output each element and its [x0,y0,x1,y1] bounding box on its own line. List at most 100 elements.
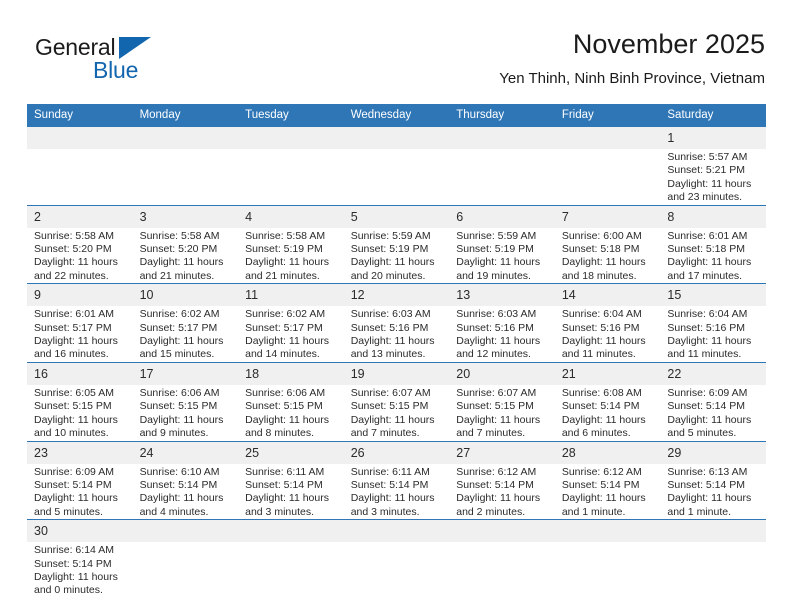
day-number [27,127,133,149]
day-number: 7 [554,205,661,228]
calendar-day-cell[interactable]: 15 Sunrise: 6:04 AM Sunset: 5:16 PM Dayligh… [660,283,766,363]
calendar-day-cell[interactable]: 22 Sunrise: 6:09 AM Sunset: 5:14 PM Dayligh… [660,361,766,441]
calendar-day-cell[interactable]: 8 Sunrise: 6:01 AM Sunset: 5:18 PM Daylight… [660,204,766,284]
day-details: Sunrise: 6:09 AM Sunset: 5:14 PM Daylight:… [660,385,766,441]
sunset-text: Sunset: 5:14 PM [245,478,323,491]
sunrise-text: Sunrise: 6:03 AM [350,308,431,321]
daylight-text-line2: and 4 minutes. [139,505,209,518]
day-number [132,127,239,149]
calendar-day-cell[interactable]: 27 Sunrise: 6:12 AM Sunset: 5:14 PM Dayligh… [449,440,555,520]
calendar-day-cell[interactable]: 29 Sunrise: 6:13 AM Sunset: 5:14 PM Dayligh… [660,440,766,520]
sunset-text: Sunset: 5:15 PM [139,400,218,413]
day-number [343,127,450,149]
calendar-day-cell[interactable]: 1 Sunrise: 5:57 AM Sunset: 5:21 PM Daylight… [660,126,766,206]
calendar-day-cell[interactable]: 19 Sunrise: 6:07 AM Sunset: 5:15 PM Dayligh… [343,361,450,441]
calendar-day-cell[interactable]: 20 Sunrise: 6:07 AM Sunset: 5:15 PM Dayligh… [449,361,555,441]
calendar-day-cell[interactable]: 23 Sunrise: 6:09 AM Sunset: 5:14 PM Dayligh… [27,440,133,520]
calendar-day-cell[interactable]: 16 Sunrise: 6:05 AM Sunset: 5:15 PM Dayligh… [27,361,133,441]
calendar-day-cell[interactable]: 6 Sunrise: 5:59 AM Sunset: 5:19 PM Daylight… [449,204,555,284]
sunrise-text: Sunrise: 6:01 AM [34,308,114,321]
day-number: 24 [132,441,239,464]
calendar-week-row: 2 Sunrise: 5:58 AM Sunset: 5:20 PM Daylight… [27,204,766,284]
calendar-day-cell[interactable]: 4 Sunrise: 5:58 AM Sunset: 5:19 PM Daylight… [238,204,344,284]
day-number [238,520,344,543]
daylight-text-line1: Daylight: 11 hours [139,413,224,426]
daylight-text-line2: and 21 minutes. [139,269,215,282]
calendar-day-cell[interactable]: 28 Sunrise: 6:12 AM Sunset: 5:14 PM Dayligh… [554,440,661,520]
day-details: Sunrise: 6:04 AM Sunset: 5:16 PM Daylight:… [660,306,766,362]
calendar-day-cell-empty [449,126,555,206]
day-number: 16 [27,362,133,385]
sunrise-text: Sunrise: 6:00 AM [561,229,642,242]
calendar-week-row: 16 Sunrise: 6:05 AM Sunset: 5:15 PM Dayligh… [27,361,766,441]
daylight-text-line2: and 1 minute. [561,505,626,518]
calendar-day-cell[interactable]: 26 Sunrise: 6:11 AM Sunset: 5:14 PM Dayligh… [343,440,450,520]
calendar-day-cell[interactable]: 30 Sunrise: 6:14 AM Sunset: 5:14 PM Dayligh… [27,519,133,598]
sunrise-text: Sunrise: 6:07 AM [350,386,431,399]
calendar-day-cell[interactable]: 14 Sunrise: 6:04 AM Sunset: 5:16 PM Dayligh… [554,283,661,363]
day-details: Sunrise: 6:13 AM Sunset: 5:14 PM Daylight:… [660,464,766,520]
calendar-day-cell[interactable]: 17 Sunrise: 6:06 AM Sunset: 5:15 PM Dayligh… [132,361,239,441]
sunrise-text: Sunrise: 6:01 AM [667,229,748,242]
daylight-text-line2: and 11 minutes. [561,348,636,361]
daylight-text-line2: and 1 minute. [667,505,732,518]
calendar-day-cell[interactable]: 10 Sunrise: 6:02 AM Sunset: 5:17 PM Dayligh… [132,283,239,363]
sunset-text: Sunset: 5:19 PM [456,243,534,256]
weekday-header-wednesday: Wednesday [343,104,450,127]
day-number: 20 [449,362,555,385]
calendar-day-cell[interactable]: 7 Sunrise: 6:00 AM Sunset: 5:18 PM Daylight… [554,204,661,284]
day-details: Sunrise: 6:06 AM Sunset: 5:15 PM Daylight:… [133,385,239,441]
day-details: Sunrise: 5:59 AM Sunset: 5:19 PM Daylight:… [449,228,555,284]
daylight-text-line2: and 18 minutes. [561,269,637,282]
day-details: Sunrise: 6:06 AM Sunset: 5:15 PM Daylight:… [238,385,344,441]
calendar-day-cell[interactable]: 5 Sunrise: 5:59 AM Sunset: 5:19 PM Daylight… [343,204,450,284]
day-details: Sunrise: 6:11 AM Sunset: 5:14 PM Daylight:… [344,464,450,520]
daylight-text-line1: Daylight: 11 hours [34,492,118,505]
daylight-text-line2: and 15 minutes. [139,348,215,361]
calendar-day-cell-empty [449,519,555,598]
daylight-text-line2: and 12 minutes. [456,348,531,361]
daylight-text-line2: and 23 minutes. [667,191,743,204]
daylight-text-line2: and 7 minutes. [350,427,420,440]
calendar-day-cell[interactable]: 24 Sunrise: 6:10 AM Sunset: 5:14 PM Dayligh… [132,440,239,520]
day-details: Sunrise: 6:04 AM Sunset: 5:16 PM Daylight:… [555,306,661,362]
calendar-day-cell[interactable]: 12 Sunrise: 6:03 AM Sunset: 5:16 PM Dayligh… [343,283,450,363]
calendar-day-cell[interactable]: 2 Sunrise: 5:58 AM Sunset: 5:20 PM Daylight… [27,204,133,284]
daylight-text-line1: Daylight: 11 hours [34,570,118,583]
day-details: Sunrise: 6:10 AM Sunset: 5:14 PM Daylight:… [133,464,239,520]
sunset-text: Sunset: 5:20 PM [139,243,218,256]
calendar-day-cell[interactable]: 25 Sunrise: 6:11 AM Sunset: 5:14 PM Dayligh… [238,440,344,520]
calendar-day-cell[interactable]: 21 Sunrise: 6:08 AM Sunset: 5:14 PM Dayligh… [554,361,661,441]
calendar-day-cell[interactable]: 3 Sunrise: 5:58 AM Sunset: 5:20 PM Daylight… [132,204,239,284]
sunset-text: Sunset: 5:15 PM [456,400,534,413]
day-number: 23 [27,441,133,464]
daylight-text-line1: Daylight: 11 hours [245,256,329,269]
sunset-text: Sunset: 5:17 PM [245,321,323,334]
weekday-header-sunday: Sunday [27,104,133,127]
sunrise-text: Sunrise: 6:13 AM [667,465,748,478]
day-number: 9 [27,284,133,307]
calendar-week-row: 1 Sunrise: 5:57 AM Sunset: 5:21 PM Daylight… [27,126,766,206]
logo-divider [88,58,90,82]
daylight-text-line1: Daylight: 11 hours [34,256,118,269]
daylight-text-line1: Daylight: 11 hours [245,413,329,426]
calendar-day-cell[interactable]: 11 Sunrise: 6:02 AM Sunset: 5:17 PM Dayligh… [238,283,344,363]
calendar-day-cell-empty [238,126,344,206]
daylight-text-line1: Daylight: 11 hours [667,492,752,505]
daylight-text-line2: and 20 minutes. [350,269,426,282]
sunset-text: Sunset: 5:20 PM [34,243,112,256]
calendar-day-cell[interactable]: 9 Sunrise: 6:01 AM Sunset: 5:17 PM Daylight… [27,283,133,363]
calendar-day-cell-empty [343,126,450,206]
calendar-day-cell[interactable]: 18 Sunrise: 6:06 AM Sunset: 5:15 PM Dayligh… [238,361,344,441]
daylight-text-line2: and 13 minutes. [350,348,426,361]
sunset-text: Sunset: 5:14 PM [34,478,112,491]
sunset-text: Sunset: 5:16 PM [667,321,746,334]
sunset-text: Sunset: 5:14 PM [667,400,746,413]
daylight-text-line1: Daylight: 11 hours [34,335,118,348]
day-details: Sunrise: 6:14 AM Sunset: 5:14 PM Daylight:… [27,542,133,598]
weekday-header-saturday: Saturday [660,104,766,127]
calendar-day-cell[interactable]: 13 Sunrise: 6:03 AM Sunset: 5:16 PM Dayligh… [449,283,555,363]
calendar-day-cell-empty [238,519,344,598]
day-details: Sunrise: 6:01 AM Sunset: 5:18 PM Daylight:… [660,228,766,284]
calendar-body: 1 Sunrise: 5:57 AM Sunset: 5:21 PM Daylight… [27,126,766,598]
